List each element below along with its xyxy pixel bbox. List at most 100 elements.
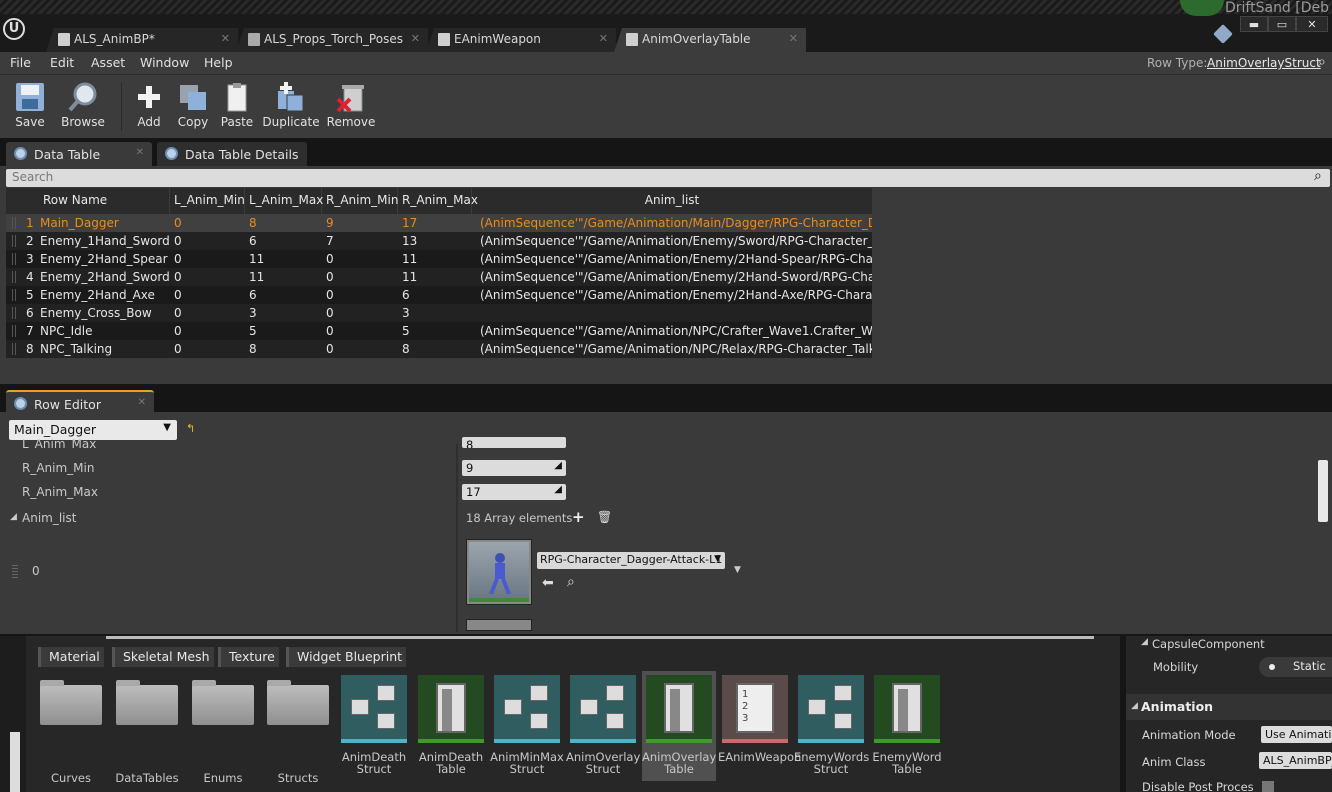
close-icon[interactable]: ✕ [221, 32, 230, 45]
asset-item[interactable]: AnimDeath Struct [337, 671, 411, 781]
learn-icon[interactable] [1213, 24, 1233, 44]
scrollbar[interactable] [1318, 460, 1328, 522]
expand-arrow-icon[interactable]: ◢ [10, 512, 17, 522]
tab-als-animbp[interactable]: ALS_AnimBP* ✕ [46, 28, 238, 52]
copy-button[interactable]: Copy [174, 81, 212, 129]
row-name-cell: Enemy_2Hand_Axe [40, 288, 155, 302]
spin-icon[interactable]: ◢ [554, 460, 562, 471]
browse-asset-icon[interactable]: ⌕ [567, 574, 575, 590]
column-header-row-name[interactable]: Row Name [6, 188, 170, 214]
filter-chip[interactable]: Material [38, 647, 104, 667]
anim-list-cell: (AnimSequence'"/Game/Animation/NPC/Craft… [480, 324, 872, 338]
close-icon[interactable]: ✕ [138, 397, 146, 408]
asset-item[interactable]: AnimOverlay Table [642, 671, 716, 781]
browse-label: Browse [61, 115, 105, 129]
column-header-anim-list[interactable]: Anim_list [472, 188, 872, 214]
menu-asset[interactable]: Asset [91, 55, 125, 70]
duplicate-button[interactable]: Duplicate [262, 81, 320, 129]
filter-chip[interactable]: Skeletal Mesh [112, 647, 214, 667]
horizontal-scrollbar[interactable] [106, 636, 1094, 639]
menu-help[interactable]: Help [204, 55, 233, 70]
paste-button[interactable]: Paste [218, 81, 256, 129]
menu-file[interactable]: File [10, 55, 31, 70]
datatable-icon [626, 33, 638, 46]
add-button[interactable]: Add [130, 81, 168, 129]
table-row[interactable]: 2 Enemy_1Hand_Sword 0 6 7 13 (AnimSequence'"/G… [6, 232, 872, 250]
maximize-button[interactable]: ▭ [1268, 16, 1296, 32]
struct-icon [494, 675, 560, 743]
table-row[interactable]: 7 NPC_Idle 0 5 0 5 (AnimSequence'"/Game/Animat… [6, 322, 872, 340]
close-icon[interactable]: ✕ [411, 32, 420, 45]
asset-label: AnimDeath Table [418, 750, 484, 776]
close-icon[interactable]: ✕ [789, 32, 798, 45]
l-anim-max-field[interactable]: 8 [462, 437, 566, 448]
unreal-logo-icon[interactable]: U [3, 18, 25, 40]
table-row[interactable]: 4 Enemy_2Hand_Sword 0 11 0 11 (AnimSequence'"/… [6, 268, 872, 286]
r-anim-min-field[interactable]: 9 ◢ [462, 460, 566, 476]
expand-arrow-icon[interactable]: ◢ [1141, 637, 1148, 647]
spin-icon[interactable]: ◢ [554, 484, 562, 495]
anim-asset-dropdown[interactable]: RPG-Character_Dagger-Attack-L1 ▼ [537, 552, 725, 569]
column-header-l-anim-min[interactable]: L_Anim_Min [170, 188, 245, 214]
folder-item[interactable]: Curves [34, 671, 108, 785]
tab-eanimweapon[interactable]: EAnimWeapon ✕ [426, 28, 616, 52]
row-type-link[interactable]: AnimOverlayStruct [1207, 56, 1321, 70]
asset-thumbnail-next[interactable] [466, 619, 532, 631]
close-icon[interactable]: ✕ [599, 32, 608, 45]
folder-item[interactable]: Enums [186, 671, 260, 785]
browse-button[interactable]: Browse [58, 81, 108, 129]
save-button[interactable]: Save [8, 81, 52, 129]
search-icon[interactable]: ⌕ [1314, 168, 1322, 184]
r-anim-max-field[interactable]: 17 ◢ [462, 484, 566, 500]
asset-item[interactable]: EnemyWords Struct [794, 671, 869, 781]
tab-data-table[interactable]: Data Table ✕ [6, 142, 152, 166]
mobility-static-toggle[interactable]: Static [1259, 657, 1332, 677]
anim-list-cell: (AnimSequence'"/Game/Animation/Enemy/2Ha… [480, 288, 872, 302]
tab-animoverlaytable[interactable]: AnimOverlayTable ✕ [614, 28, 806, 52]
table-row[interactable]: 5 Enemy_2Hand_Axe 0 6 0 6 (AnimSequence'"/Game… [6, 286, 872, 304]
animation-mode-dropdown[interactable]: Use Animatio [1261, 726, 1332, 743]
folder-item[interactable]: Structs [261, 671, 335, 785]
table-row[interactable]: 1 Main_Dagger 0 8 9 17 (AnimSequence'"/Game/An… [6, 214, 872, 232]
table-row[interactable]: 8 NPC_Talking 0 8 0 8 (AnimSequence'"/Game/Ani… [6, 340, 872, 358]
tab-row-editor-label: Row Editor [34, 397, 101, 412]
search-input[interactable]: Search [6, 169, 1330, 187]
asset-item[interactable]: EnemyWord Table [870, 671, 944, 781]
folder-item[interactable]: DataTables [110, 671, 184, 785]
asset-item[interactable]: AnimOverlay Struct [566, 671, 640, 781]
tab-data-table-details[interactable]: Data Table Details [157, 142, 307, 166]
filter-chip[interactable]: Texture [218, 647, 279, 667]
r-anim-min-cell: 0 [326, 306, 334, 320]
trash-icon[interactable]: 🗑 [597, 510, 612, 524]
filter-chip[interactable]: Widget Blueprint [286, 647, 407, 667]
disable-post-process-checkbox[interactable] [1262, 781, 1274, 792]
table-row[interactable]: 3 Enemy_2Hand_Spear 0 11 0 11 (AnimSequence'"/… [6, 250, 872, 268]
asset-item[interactable]: AnimMinMax Struct [490, 671, 564, 781]
rename-row-icon[interactable]: ↰ [186, 422, 195, 435]
close-window-button[interactable]: ✕ [1296, 16, 1328, 32]
column-header-r-anim-max[interactable]: R_Anim_Max [398, 188, 478, 214]
asset-item[interactable]: AnimDeath Table [414, 671, 488, 781]
column-header-r-anim-min[interactable]: R_Anim_Min [322, 188, 398, 214]
column-divider[interactable] [456, 444, 458, 632]
element-options-icon[interactable]: ▼ [734, 565, 741, 575]
add-element-icon[interactable]: + [572, 508, 585, 526]
tab-als-props-torch-poses[interactable]: ALS_Props_Torch_Poses ✕ [236, 28, 428, 52]
menu-window[interactable]: Window [140, 55, 189, 70]
r-anim-min-cell: 9 [326, 216, 334, 230]
remove-button[interactable]: Remove [326, 81, 376, 129]
close-icon[interactable]: ✕ [136, 147, 144, 158]
anim-class-dropdown[interactable]: ALS_AnimBP_ [1259, 752, 1332, 769]
use-selected-icon[interactable]: ⬅ [542, 575, 554, 591]
table-row[interactable]: 6 Enemy_Cross_Bow 0 3 0 3 [6, 304, 872, 322]
expand-arrow-icon[interactable]: ◢ [1131, 701, 1138, 711]
search-icon[interactable]: ⌕ [1318, 54, 1326, 70]
minimize-button[interactable]: ▬ [1240, 16, 1268, 32]
column-header-l-anim-max[interactable]: L_Anim_Max [245, 188, 323, 214]
drag-handle-icon[interactable] [12, 564, 18, 578]
tab-row-editor[interactable]: Row Editor ✕ [6, 390, 154, 414]
folder-label: Structs [277, 771, 319, 785]
menu-edit[interactable]: Edit [50, 55, 74, 70]
asset-item[interactable]: 1 2 3 EAnimWeapon [718, 671, 801, 781]
asset-thumbnail[interactable] [466, 539, 532, 605]
